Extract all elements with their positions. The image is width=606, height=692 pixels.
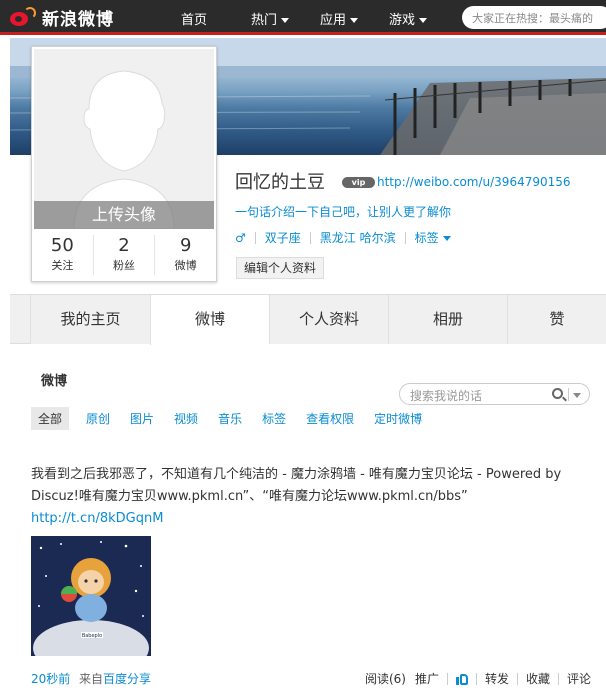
feed-search-input[interactable]: 搜索我说的话 bbox=[399, 383, 590, 405]
filter-pictures[interactable]: 图片 bbox=[130, 410, 154, 427]
tab-profile-info[interactable]: 个人资料 bbox=[269, 295, 388, 344]
post-short-link[interactable]: http://t.cn/8kDGqnM bbox=[31, 511, 163, 526]
filter-music[interactable]: 音乐 bbox=[218, 410, 242, 427]
weibo-logo[interactable]: 新浪微博 bbox=[8, 5, 114, 30]
stat-value: 9 bbox=[179, 235, 192, 256]
profile-intro-link[interactable]: 一句话介绍一下自己吧，让别人更了解你 bbox=[235, 203, 451, 220]
stat-label: 微博 bbox=[174, 259, 197, 272]
chevron-down-icon bbox=[419, 18, 428, 23]
filter-all[interactable]: 全部 bbox=[31, 407, 70, 430]
avatar-card: 上传头像 50 关注 2 粉丝 9 微博 bbox=[31, 46, 217, 282]
nav-hot-label: 热门 bbox=[251, 13, 278, 28]
chevron-down-icon bbox=[281, 18, 290, 23]
feed-search-placeholder: 搜索我说的话 bbox=[410, 389, 483, 403]
location-link[interactable]: 黑龙江 哈尔滨 bbox=[320, 229, 396, 246]
divider bbox=[557, 672, 559, 685]
feed-filters: 全部 原创 图片 视频 音乐 标签 查看权限 定时微博 bbox=[31, 407, 442, 430]
image-caption: Babeplo bbox=[82, 633, 102, 639]
stat-followers[interactable]: 2 粉丝 bbox=[94, 235, 156, 275]
zodiac-link[interactable]: 双子座 bbox=[265, 229, 301, 246]
divider bbox=[309, 231, 311, 244]
vip-badge-icon[interactable]: vip bbox=[342, 177, 375, 188]
source-prefix: 来自 bbox=[79, 672, 104, 686]
top-nav: 新浪微博 首页 热门 应用 游戏 大家正在热搜：最头痛的 bbox=[0, 0, 606, 35]
post-image-illustration: Babeplo bbox=[31, 536, 151, 656]
post-source: 来自百度分享 bbox=[79, 670, 151, 687]
stat-label: 关注 bbox=[51, 259, 74, 272]
stat-value: 2 bbox=[118, 235, 130, 256]
stat-label: 粉丝 bbox=[113, 259, 135, 272]
global-search-input[interactable]: 大家正在热搜：最头痛的 bbox=[462, 6, 606, 29]
tab-likes[interactable]: 赞 bbox=[507, 295, 606, 344]
divider bbox=[409, 672, 411, 685]
divider bbox=[404, 231, 406, 244]
comment-button[interactable]: 评论 bbox=[567, 670, 591, 687]
filter-videos[interactable]: 视频 bbox=[174, 410, 198, 427]
profile-name: 回忆的土豆 bbox=[235, 172, 325, 193]
nav-games[interactable]: 游戏 bbox=[389, 9, 428, 28]
post-actions: 阅读(6) 推广 转发 收藏 评论 bbox=[365, 670, 591, 687]
nav-hot[interactable]: 热门 bbox=[251, 9, 290, 28]
post-time-link[interactable]: 20秒前 bbox=[31, 670, 70, 687]
stat-posts[interactable]: 9 微博 bbox=[155, 235, 216, 275]
feed-title: 微博 bbox=[41, 374, 68, 389]
tab-my-home[interactable]: 我的主页 bbox=[30, 295, 150, 344]
profile-url-link[interactable]: http://weibo.com/u/3964790156 bbox=[377, 175, 571, 189]
tags-dropdown[interactable]: 标签 bbox=[415, 229, 451, 246]
like-thumb-icon[interactable] bbox=[455, 673, 468, 685]
forward-button[interactable]: 转发 bbox=[485, 670, 509, 687]
stat-following[interactable]: 50 关注 bbox=[32, 235, 94, 275]
filter-tags[interactable]: 标签 bbox=[262, 410, 286, 427]
upload-avatar-button[interactable]: 上传头像 bbox=[34, 201, 214, 229]
tags-label: 标签 bbox=[414, 231, 439, 245]
nav-games-label: 游戏 bbox=[389, 13, 416, 28]
chevron-down-icon bbox=[442, 236, 451, 241]
chevron-down-icon[interactable] bbox=[573, 393, 581, 398]
promote-button[interactable]: 推广 bbox=[415, 670, 439, 687]
tab-album[interactable]: 相册 bbox=[388, 295, 507, 344]
divider bbox=[475, 672, 477, 685]
weibo-eye-icon bbox=[8, 6, 38, 28]
filter-permissions[interactable]: 查看权限 bbox=[306, 410, 354, 427]
source-link[interactable]: 百度分享 bbox=[103, 672, 151, 686]
profile-meta: ♂ 双子座 黑龙江 哈尔滨 标签 bbox=[235, 229, 451, 246]
favorite-button[interactable]: 收藏 bbox=[526, 670, 550, 687]
profile-tabs: 我的主页 微博 个人资料 相册 赞 bbox=[10, 294, 606, 345]
divider bbox=[568, 388, 569, 401]
filter-scheduled[interactable]: 定时微博 bbox=[374, 410, 422, 427]
nav-home[interactable]: 首页 bbox=[181, 9, 207, 28]
divider bbox=[516, 672, 518, 685]
nav-home-label: 首页 bbox=[181, 13, 208, 28]
nav-apps-label: 应用 bbox=[320, 13, 347, 28]
divider bbox=[446, 672, 448, 685]
search-icon[interactable] bbox=[552, 388, 563, 399]
post-image[interactable]: Babeplo bbox=[31, 536, 151, 656]
post-text: 我看到之后我邪恶了，不知道有几个纯洁的 - 魔力涂鸦墙 - 唯有魔力宝贝论坛 -… bbox=[31, 467, 562, 504]
chevron-down-icon bbox=[350, 18, 359, 23]
default-avatar[interactable]: 上传头像 bbox=[34, 49, 214, 229]
read-count: 阅读(6) bbox=[364, 672, 406, 686]
logo-text: 新浪微博 bbox=[42, 9, 114, 30]
profile-stats: 50 关注 2 粉丝 9 微博 bbox=[32, 235, 216, 275]
tab-weibo[interactable]: 微博 bbox=[150, 295, 269, 345]
gender-male-icon: ♂ bbox=[235, 230, 246, 245]
filter-original[interactable]: 原创 bbox=[86, 410, 110, 427]
stat-value: 50 bbox=[50, 235, 74, 256]
divider bbox=[254, 231, 256, 244]
edit-profile-button[interactable]: 编辑个人资料 bbox=[236, 257, 325, 279]
nav-apps[interactable]: 应用 bbox=[320, 9, 359, 28]
